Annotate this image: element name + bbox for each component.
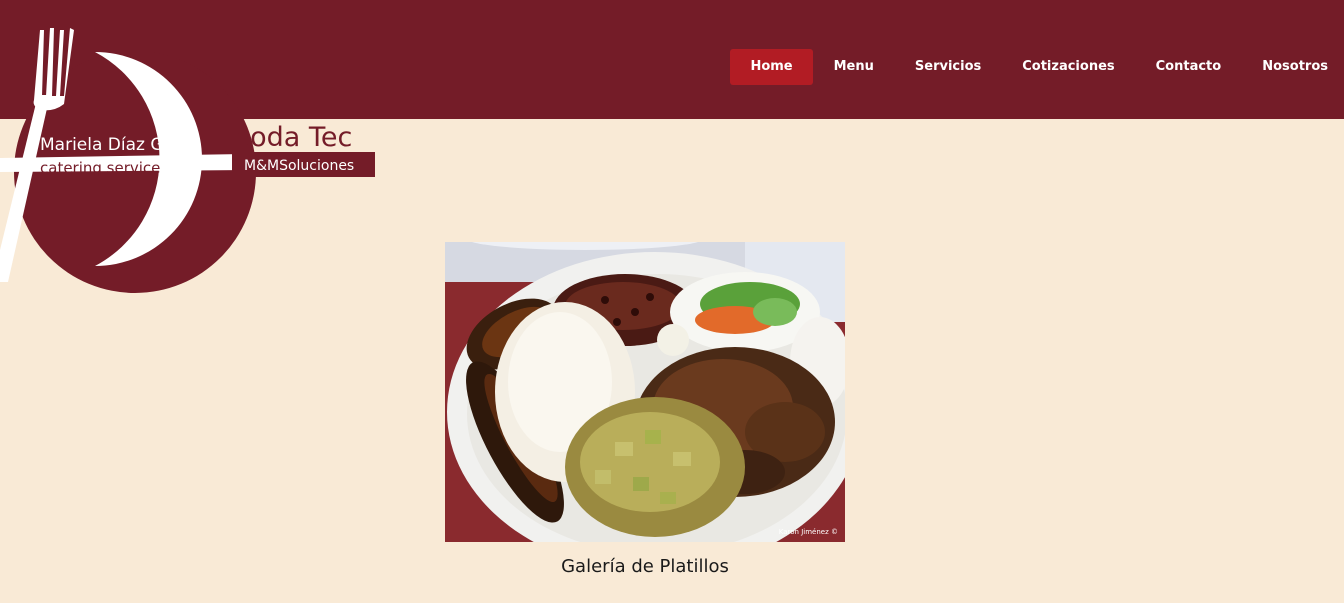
logo-partner-name: M&MSoluciones [244, 158, 354, 174]
site-logo[interactable]: Mariela Díaz Garro catering service Soda… [0, 0, 380, 300]
nav-home[interactable]: Home [730, 49, 813, 85]
logo-business-name: Soda Tec [233, 122, 352, 153]
nav-servicios[interactable]: Servicios [895, 49, 1001, 85]
gallery-caption: Galería de Platillos [561, 556, 729, 577]
photo-credit: Karon Jiménez © [779, 528, 838, 536]
gallery-photo[interactable]: Karon Jiménez © [445, 242, 845, 542]
nav-cotizaciones[interactable]: Cotizaciones [1002, 49, 1134, 85]
nav-contacto[interactable]: Contacto [1136, 49, 1242, 85]
nav-nosotros[interactable]: Nosotros [1242, 49, 1344, 85]
main-nav: Home Menu Servicios Cotizaciones Contact… [729, 49, 1344, 85]
nav-menu[interactable]: Menu [814, 49, 894, 85]
logo-owner-name: Mariela Díaz Garro [40, 135, 198, 155]
logo-tagline: catering service [40, 159, 160, 177]
